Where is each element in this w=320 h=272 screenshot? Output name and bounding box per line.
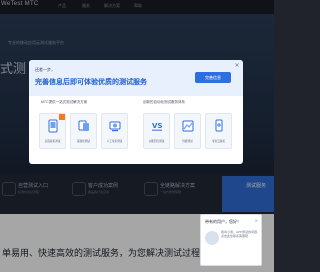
service-card[interactable]: 远程真机调试	[39, 113, 66, 149]
modal-title: 完善信息后即可体验优质的测试服务	[35, 79, 147, 86]
signup-modal: 还差一步， 完善信息后即可体验优质的测试服务 完善信息 × MTC提供一站式测试…	[29, 60, 243, 164]
service-card[interactable]: 性能测试	[174, 113, 201, 149]
cloud-phone-icon	[215, 119, 223, 132]
avatar	[205, 231, 219, 245]
card-label: 性能测试	[182, 140, 193, 143]
group-title: 创新的自动化测试服务体系	[143, 100, 185, 104]
chat-greeting: 带有的用户，您好！	[205, 219, 241, 224]
card-label: 功能回归测试	[148, 140, 165, 143]
modal-kicker: 还差一步，	[35, 67, 55, 72]
expert-icon	[109, 121, 121, 132]
service-card[interactable]: 专家云真机	[205, 113, 232, 149]
performance-icon	[182, 120, 194, 132]
group-title: MTC提供一站式测试解决方案	[41, 100, 88, 104]
phone-icon	[48, 119, 58, 133]
complete-info-button[interactable]: 完善信息	[195, 72, 231, 83]
close-icon[interactable]: ×	[255, 218, 258, 223]
card-label: 远程真机调试	[44, 140, 61, 143]
chat-message: 我叫小测，APP测试的问题，点击此处联系客服吧	[221, 230, 261, 238]
modal-header: 还差一步， 完善信息后即可体验优质的测试服务 完善信息 ×	[29, 60, 243, 96]
chat-widget[interactable]: 带有的用户，您好！ × 我叫小测，APP测试的问题，点击此处联系客服吧	[200, 214, 262, 266]
service-card[interactable]: VS 功能回归测试	[143, 113, 170, 149]
service-card[interactable]: 人工专家测试	[101, 113, 128, 149]
svg-text:VS: VS	[152, 122, 162, 130]
card-label: 人工专家测试	[106, 140, 123, 143]
close-icon[interactable]: ×	[234, 63, 240, 69]
card-label: 专家云真机	[212, 140, 225, 143]
compat-icon	[78, 120, 89, 131]
service-card[interactable]: 兼容性测试	[70, 113, 97, 149]
vs-icon: VS	[152, 122, 162, 131]
card-label: 兼容性测试	[77, 140, 90, 143]
